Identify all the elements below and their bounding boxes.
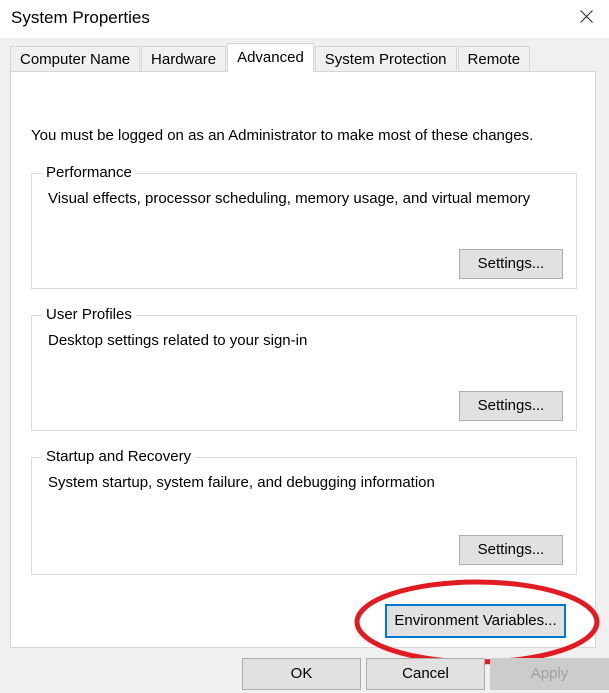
ok-button[interactable]: OK	[242, 658, 361, 690]
environment-variables-button[interactable]: Environment Variables...	[385, 604, 566, 638]
cancel-button[interactable]: Cancel	[366, 658, 485, 690]
group-user-profiles-title: User Profiles	[42, 306, 136, 324]
user-profiles-settings-button[interactable]: Settings...	[459, 391, 563, 421]
dialog-body: Computer Name Hardware Advanced System P…	[0, 38, 609, 693]
startup-recovery-settings-button[interactable]: Settings...	[459, 535, 563, 565]
performance-settings-button[interactable]: Settings...	[459, 249, 563, 279]
tab-remote[interactable]: Remote	[457, 46, 531, 72]
title-bar: System Properties	[0, 0, 609, 38]
group-startup-and-recovery-title: Startup and Recovery	[42, 448, 196, 466]
group-performance-description: Visual effects, processor scheduling, me…	[48, 190, 531, 207]
group-performance-title: Performance	[42, 164, 136, 182]
close-icon	[579, 10, 593, 23]
group-user-profiles-description: Desktop settings related to your sign-in	[48, 332, 308, 349]
tab-hardware[interactable]: Hardware	[141, 46, 227, 72]
group-startup-and-recovery: Startup and Recovery System startup, sys…	[31, 448, 577, 575]
group-user-profiles: User Profiles Desktop settings related t…	[31, 306, 577, 431]
tab-system-protection[interactable]: System Protection	[314, 46, 457, 72]
window-title: System Properties	[11, 8, 150, 27]
dialog-footer: OK Cancel Apply	[0, 651, 609, 693]
tab-advanced[interactable]: Advanced	[227, 43, 314, 72]
tab-computer-name[interactable]: Computer Name	[10, 46, 141, 72]
close-button[interactable]	[563, 0, 609, 33]
apply-button: Apply	[490, 658, 609, 690]
group-performance: Performance Visual effects, processor sc…	[31, 164, 577, 289]
group-startup-and-recovery-description: System startup, system failure, and debu…	[48, 474, 435, 491]
administrator-notice: You must be logged on as an Administrato…	[31, 127, 534, 144]
advanced-tab-panel: You must be logged on as an Administrato…	[10, 71, 596, 648]
tab-strip: Computer Name Hardware Advanced System P…	[10, 43, 531, 72]
